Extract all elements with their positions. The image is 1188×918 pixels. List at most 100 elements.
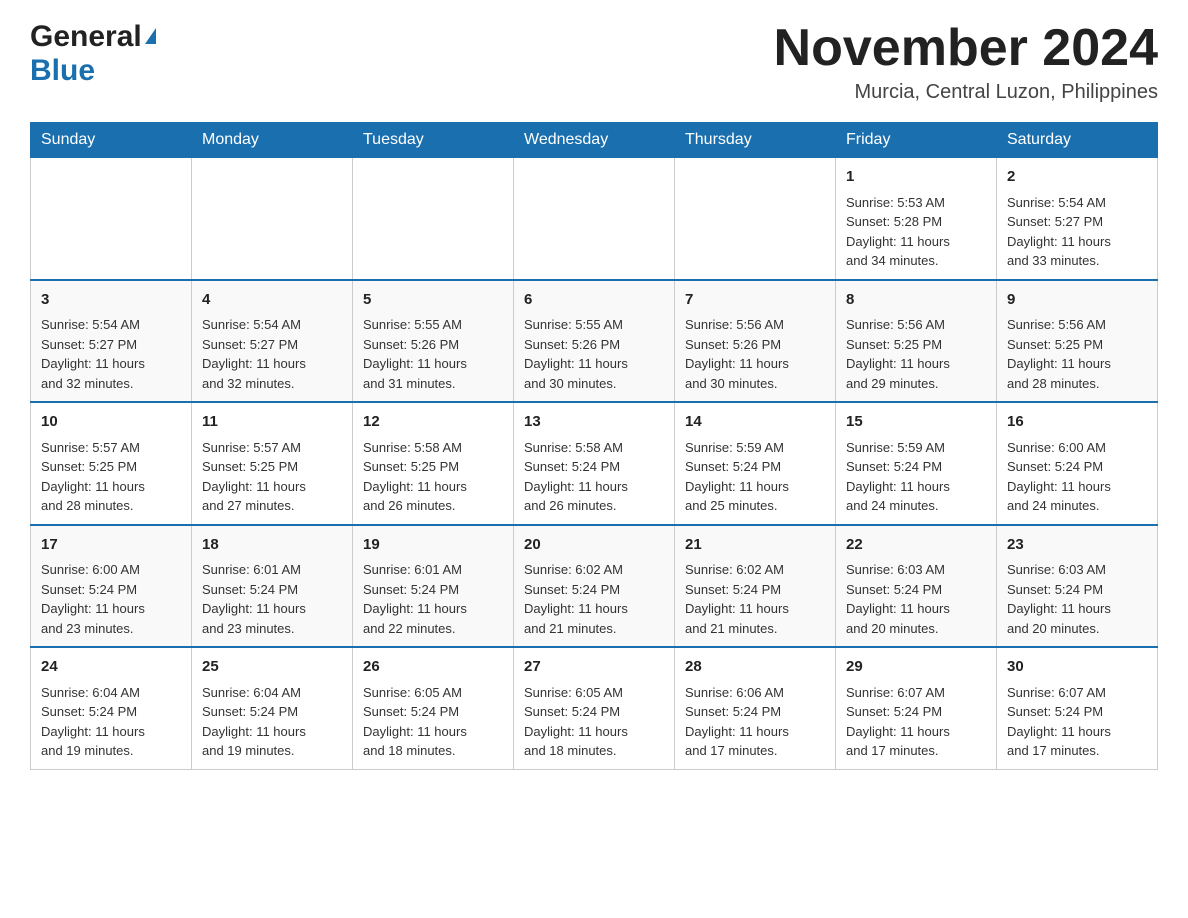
day-info: Sunrise: 6:05 AM Sunset: 5:24 PM Dayligh… xyxy=(524,683,664,761)
day-number: 3 xyxy=(41,289,181,312)
day-info: Sunrise: 6:01 AM Sunset: 5:24 PM Dayligh… xyxy=(202,560,342,638)
calendar-cell: 17 Sunrise: 6:00 AM Sunset: 5:24 PM Dayli… xyxy=(31,525,192,648)
day-number: 26 xyxy=(363,656,503,679)
calendar-cell: 10 Sunrise: 5:57 AM Sunset: 5:25 PM Dayli… xyxy=(31,402,192,525)
calendar-cell: 21Sunrise: 6:02 AM Sunset: 5:24 PM Dayli… xyxy=(675,525,836,648)
day-info: Sunrise: 5:56 AM Sunset: 5:25 PM Dayligh… xyxy=(1007,315,1147,393)
day-number: 27 xyxy=(524,656,664,679)
calendar-table: Sunday Monday Tuesday Wednesday Thursday… xyxy=(30,122,1158,770)
calendar-cell: 5 Sunrise: 5:55 AM Sunset: 5:26 PM Daylig… xyxy=(353,280,514,403)
calendar-cell: 23 Sunrise: 6:03 AM Sunset: 5:24 PM Dayli… xyxy=(997,525,1158,648)
calendar-cell: 29Sunrise: 6:07 AM Sunset: 5:24 PM Dayli… xyxy=(836,647,997,769)
day-info: Sunrise: 5:59 AM Sunset: 5:24 PM Dayligh… xyxy=(846,438,986,516)
day-number: 20 xyxy=(524,534,664,557)
calendar-cell: 9 Sunrise: 5:56 AM Sunset: 5:25 PM Daylig… xyxy=(997,280,1158,403)
header-wednesday: Wednesday xyxy=(514,123,675,158)
calendar-cell: 25 Sunrise: 6:04 AM Sunset: 5:24 PM Dayli… xyxy=(192,647,353,769)
day-number: 8 xyxy=(846,289,986,312)
header-friday: Friday xyxy=(836,123,997,158)
calendar-week-row: 24 Sunrise: 6:04 AM Sunset: 5:24 PM Dayli… xyxy=(31,647,1158,769)
day-info: Sunrise: 5:54 AM Sunset: 5:27 PM Dayligh… xyxy=(202,315,342,393)
calendar-cell xyxy=(192,158,353,280)
calendar-cell: 27 Sunrise: 6:05 AM Sunset: 5:24 PM Dayli… xyxy=(514,647,675,769)
calendar-cell: 1Sunrise: 5:53 AM Sunset: 5:28 PM Daylig… xyxy=(836,158,997,280)
calendar-cell: 14 Sunrise: 5:59 AM Sunset: 5:24 PM Dayli… xyxy=(675,402,836,525)
day-number: 10 xyxy=(41,411,181,434)
day-info: Sunrise: 6:02 AM Sunset: 5:24 PM Dayligh… xyxy=(524,560,664,638)
day-info: Sunrise: 5:59 AM Sunset: 5:24 PM Dayligh… xyxy=(685,438,825,516)
day-number: 30 xyxy=(1007,656,1147,679)
day-number: 22 xyxy=(846,534,986,557)
day-info: Sunrise: 5:57 AM Sunset: 5:25 PM Dayligh… xyxy=(41,438,181,516)
day-info: Sunrise: 6:00 AM Sunset: 5:24 PM Dayligh… xyxy=(41,560,181,638)
calendar-cell xyxy=(353,158,514,280)
calendar-cell: 22 Sunrise: 6:03 AM Sunset: 5:24 PM Dayli… xyxy=(836,525,997,648)
calendar-cell: 13 Sunrise: 5:58 AM Sunset: 5:24 PM Dayli… xyxy=(514,402,675,525)
calendar-cell: 24 Sunrise: 6:04 AM Sunset: 5:24 PM Dayli… xyxy=(31,647,192,769)
calendar-cell: 11Sunrise: 5:57 AM Sunset: 5:25 PM Dayli… xyxy=(192,402,353,525)
calendar-cell xyxy=(675,158,836,280)
calendar-week-row: 1Sunrise: 5:53 AM Sunset: 5:28 PM Daylig… xyxy=(31,158,1158,280)
logo: General Blue xyxy=(30,20,156,88)
day-number: 24 xyxy=(41,656,181,679)
day-info: Sunrise: 6:03 AM Sunset: 5:24 PM Dayligh… xyxy=(846,560,986,638)
calendar-cell: 4 Sunrise: 5:54 AM Sunset: 5:27 PM Daylig… xyxy=(192,280,353,403)
day-info: Sunrise: 5:56 AM Sunset: 5:26 PM Dayligh… xyxy=(685,315,825,393)
calendar-header-row: Sunday Monday Tuesday Wednesday Thursday… xyxy=(31,123,1158,158)
calendar-cell xyxy=(514,158,675,280)
day-info: Sunrise: 6:03 AM Sunset: 5:24 PM Dayligh… xyxy=(1007,560,1147,638)
day-number: 5 xyxy=(363,289,503,312)
day-info: Sunrise: 5:55 AM Sunset: 5:26 PM Dayligh… xyxy=(363,315,503,393)
header-saturday: Saturday xyxy=(997,123,1158,158)
title-area: November 2024 Murcia, Central Luzon, Phi… xyxy=(774,20,1158,104)
calendar-cell: 6 Sunrise: 5:55 AM Sunset: 5:26 PM Daylig… xyxy=(514,280,675,403)
day-number: 15 xyxy=(846,411,986,434)
calendar-cell: 30 Sunrise: 6:07 AM Sunset: 5:24 PM Dayli… xyxy=(997,647,1158,769)
day-number: 6 xyxy=(524,289,664,312)
day-number: 28 xyxy=(685,656,825,679)
day-info: Sunrise: 6:05 AM Sunset: 5:24 PM Dayligh… xyxy=(363,683,503,761)
day-number: 7 xyxy=(685,289,825,312)
day-info: Sunrise: 6:02 AM Sunset: 5:24 PM Dayligh… xyxy=(685,560,825,638)
calendar-cell: 19 Sunrise: 6:01 AM Sunset: 5:24 PM Dayli… xyxy=(353,525,514,648)
day-info: Sunrise: 5:56 AM Sunset: 5:25 PM Dayligh… xyxy=(846,315,986,393)
header-monday: Monday xyxy=(192,123,353,158)
day-info: Sunrise: 5:58 AM Sunset: 5:24 PM Dayligh… xyxy=(524,438,664,516)
day-number: 19 xyxy=(363,534,503,557)
day-info: Sunrise: 6:01 AM Sunset: 5:24 PM Dayligh… xyxy=(363,560,503,638)
calendar-cell: 15 Sunrise: 5:59 AM Sunset: 5:24 PM Dayli… xyxy=(836,402,997,525)
day-info: Sunrise: 6:04 AM Sunset: 5:24 PM Dayligh… xyxy=(41,683,181,761)
day-number: 16 xyxy=(1007,411,1147,434)
day-number: 14 xyxy=(685,411,825,434)
day-number: 23 xyxy=(1007,534,1147,557)
calendar-cell: 16 Sunrise: 6:00 AM Sunset: 5:24 PM Dayli… xyxy=(997,402,1158,525)
calendar-cell: 2Sunrise: 5:54 AM Sunset: 5:27 PM Daylig… xyxy=(997,158,1158,280)
header-sunday: Sunday xyxy=(31,123,192,158)
day-number: 17 xyxy=(41,534,181,557)
page-header: General Blue November 2024 Murcia, Centr… xyxy=(30,20,1158,104)
header-thursday: Thursday xyxy=(675,123,836,158)
day-info: Sunrise: 5:57 AM Sunset: 5:25 PM Dayligh… xyxy=(202,438,342,516)
month-title: November 2024 xyxy=(774,20,1158,77)
day-info: Sunrise: 5:58 AM Sunset: 5:25 PM Dayligh… xyxy=(363,438,503,516)
calendar-cell: 26 Sunrise: 6:05 AM Sunset: 5:24 PM Dayli… xyxy=(353,647,514,769)
day-number: 18 xyxy=(202,534,342,557)
day-info: Sunrise: 6:04 AM Sunset: 5:24 PM Dayligh… xyxy=(202,683,342,761)
calendar-cell: 3Sunrise: 5:54 AM Sunset: 5:27 PM Daylig… xyxy=(31,280,192,403)
calendar-cell: 12Sunrise: 5:58 AM Sunset: 5:25 PM Dayli… xyxy=(353,402,514,525)
day-info: Sunrise: 6:00 AM Sunset: 5:24 PM Dayligh… xyxy=(1007,438,1147,516)
day-number: 25 xyxy=(202,656,342,679)
day-info: Sunrise: 6:07 AM Sunset: 5:24 PM Dayligh… xyxy=(1007,683,1147,761)
day-info: Sunrise: 5:53 AM Sunset: 5:28 PM Dayligh… xyxy=(846,193,986,271)
day-number: 4 xyxy=(202,289,342,312)
day-number: 9 xyxy=(1007,289,1147,312)
calendar-week-row: 10 Sunrise: 5:57 AM Sunset: 5:25 PM Dayli… xyxy=(31,402,1158,525)
day-info: Sunrise: 5:55 AM Sunset: 5:26 PM Dayligh… xyxy=(524,315,664,393)
calendar-cell: 7 Sunrise: 5:56 AM Sunset: 5:26 PM Daylig… xyxy=(675,280,836,403)
calendar-cell: 28Sunrise: 6:06 AM Sunset: 5:24 PM Dayli… xyxy=(675,647,836,769)
logo-triangle-icon xyxy=(145,28,156,44)
logo-blue: Blue xyxy=(30,54,95,88)
day-number: 13 xyxy=(524,411,664,434)
location: Murcia, Central Luzon, Philippines xyxy=(774,81,1158,104)
logo-general: General xyxy=(30,20,142,54)
